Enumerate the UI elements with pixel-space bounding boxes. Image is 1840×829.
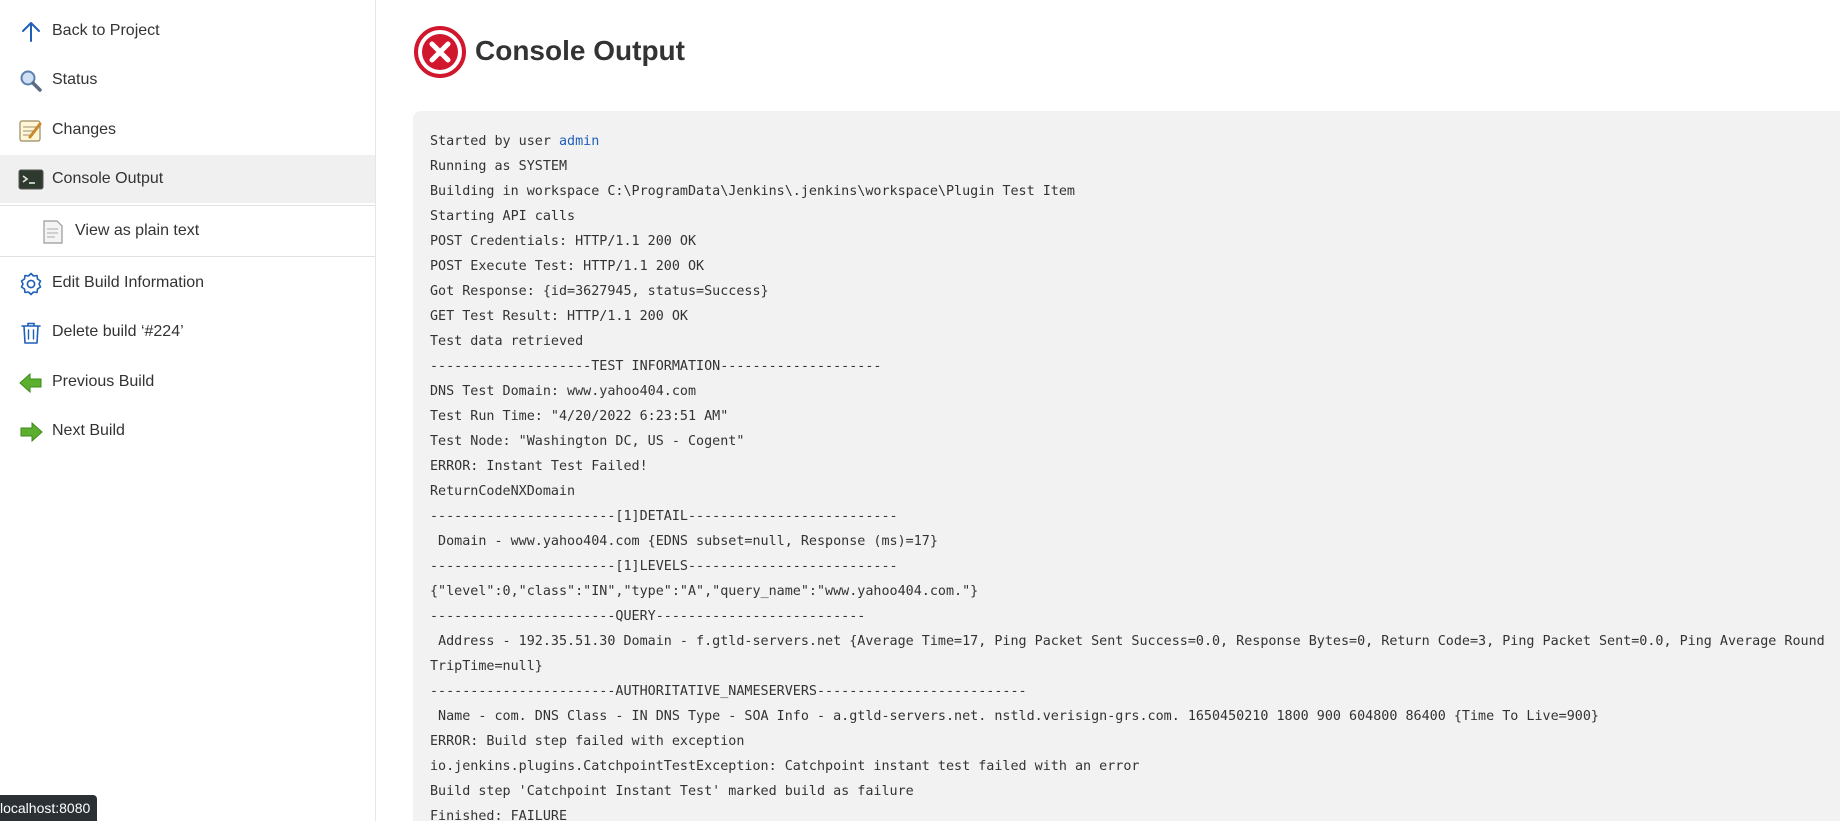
console-line: POST Execute Test: HTTP/1.1 200 OK <box>430 259 705 274</box>
failure-x-icon <box>413 25 467 79</box>
terminal-icon <box>18 168 44 192</box>
console-line: ERROR: Build step failed with exception <box>430 734 745 749</box>
sidebar: Back to Project Status Changes Console O… <box>0 0 376 821</box>
console-line: -----------------------[1]LEVELS--------… <box>430 559 898 574</box>
console-line: Test Node: "Washington DC, US - Cogent" <box>430 434 745 449</box>
sidebar-item-edit-build-information[interactable]: Edit Build Information <box>0 259 375 307</box>
console-line: Address - 192.35.51.30 Domain - f.gtld-s… <box>430 634 1833 674</box>
divider <box>0 256 375 257</box>
arrow-up-icon <box>18 20 44 44</box>
gear-icon <box>18 272 44 296</box>
console-line: {"level":0,"class":"IN","type":"A","quer… <box>430 584 979 599</box>
user-admin-link[interactable]: admin <box>559 134 599 149</box>
console-line: Running as SYSTEM <box>430 159 568 174</box>
sidebar-item-delete-build[interactable]: Delete build ‘#224’ <box>0 308 375 356</box>
console-line: Finished: FAILURE <box>430 809 568 824</box>
console-line: Starting API calls <box>430 209 576 224</box>
console-line: POST Credentials: HTTP/1.1 200 OK <box>430 234 697 249</box>
sidebar-item-label: Edit Build Information <box>52 274 205 291</box>
console-line: Name - com. DNS Class - IN DNS Type - SO… <box>430 709 1599 724</box>
sidebar-item-previous-build[interactable]: Previous Build <box>0 358 375 406</box>
sidebar-item-label: Previous Build <box>52 373 155 390</box>
console-lines: Started by user admin Running as SYSTEM … <box>430 129 1840 829</box>
sidebar-item-back-to-project[interactable]: Back to Project <box>0 7 375 55</box>
sidebar-item-status[interactable]: Status <box>0 56 375 104</box>
console-line: ReturnCodeNXDomain <box>430 484 576 499</box>
console-line: -----------------------AUTHORITATIVE_NAM… <box>430 684 1027 699</box>
console-output-panel: Started by user admin Running as SYSTEM … <box>413 111 1840 824</box>
trash-icon <box>18 321 44 345</box>
console-line: GET Test Result: HTTP/1.1 200 OK <box>430 309 688 324</box>
console-line: Got Response: {id=3627945, status=Succes… <box>430 284 769 299</box>
console-line: --------------------TEST INFORMATION----… <box>430 359 882 374</box>
sidebar-item-changes[interactable]: Changes <box>0 106 375 154</box>
sidebar-item-label: Next Build <box>52 422 125 439</box>
console-line: Test data retrieved <box>430 334 584 349</box>
console-line: Building in workspace C:\ProgramData\Jen… <box>430 184 1075 199</box>
sidebar-item-label: Changes <box>52 121 117 138</box>
arrow-right-green-icon <box>18 420 44 444</box>
sidebar-item-next-build[interactable]: Next Build <box>0 407 375 455</box>
notepad-icon <box>18 119 44 143</box>
sidebar-item-label: Delete build ‘#224’ <box>52 323 184 340</box>
console-line: DNS Test Domain: www.yahoo404.com <box>430 384 697 399</box>
console-line: -----------------------[1]DETAIL--------… <box>430 509 898 524</box>
console-line: Build step 'Catchpoint Instant Test' mar… <box>430 784 914 799</box>
sidebar-item-label: Status <box>52 71 98 88</box>
console-line: Domain - www.yahoo404.com {EDNS subset=n… <box>430 534 938 549</box>
sidebar-item-label: Console Output <box>52 170 164 187</box>
console-line-text: Started by user <box>430 134 559 149</box>
console-line: io.jenkins.plugins.CatchpointTestExcepti… <box>430 759 1140 774</box>
divider <box>0 205 375 206</box>
console-line: Started by user admin <box>430 129 1840 154</box>
document-icon <box>40 220 66 244</box>
arrow-left-green-icon <box>18 371 44 395</box>
link-status-url: localhost:8080 <box>0 795 98 821</box>
console-line: Test Run Time: "4/20/2022 6:23:51 AM" <box>430 409 729 424</box>
console-line: -----------------------QUERY------------… <box>430 609 866 624</box>
sidebar-item-label: View as plain text <box>75 222 200 239</box>
magnifier-icon <box>18 69 44 93</box>
page-title: Console Output <box>475 35 685 66</box>
sidebar-item-view-as-plain-text[interactable]: View as plain text <box>0 207 375 255</box>
sidebar-item-label: Back to Project <box>52 22 160 39</box>
console-line: ERROR: Instant Test Failed! <box>430 459 648 474</box>
sidebar-item-console-output[interactable]: Console Output <box>0 155 375 203</box>
